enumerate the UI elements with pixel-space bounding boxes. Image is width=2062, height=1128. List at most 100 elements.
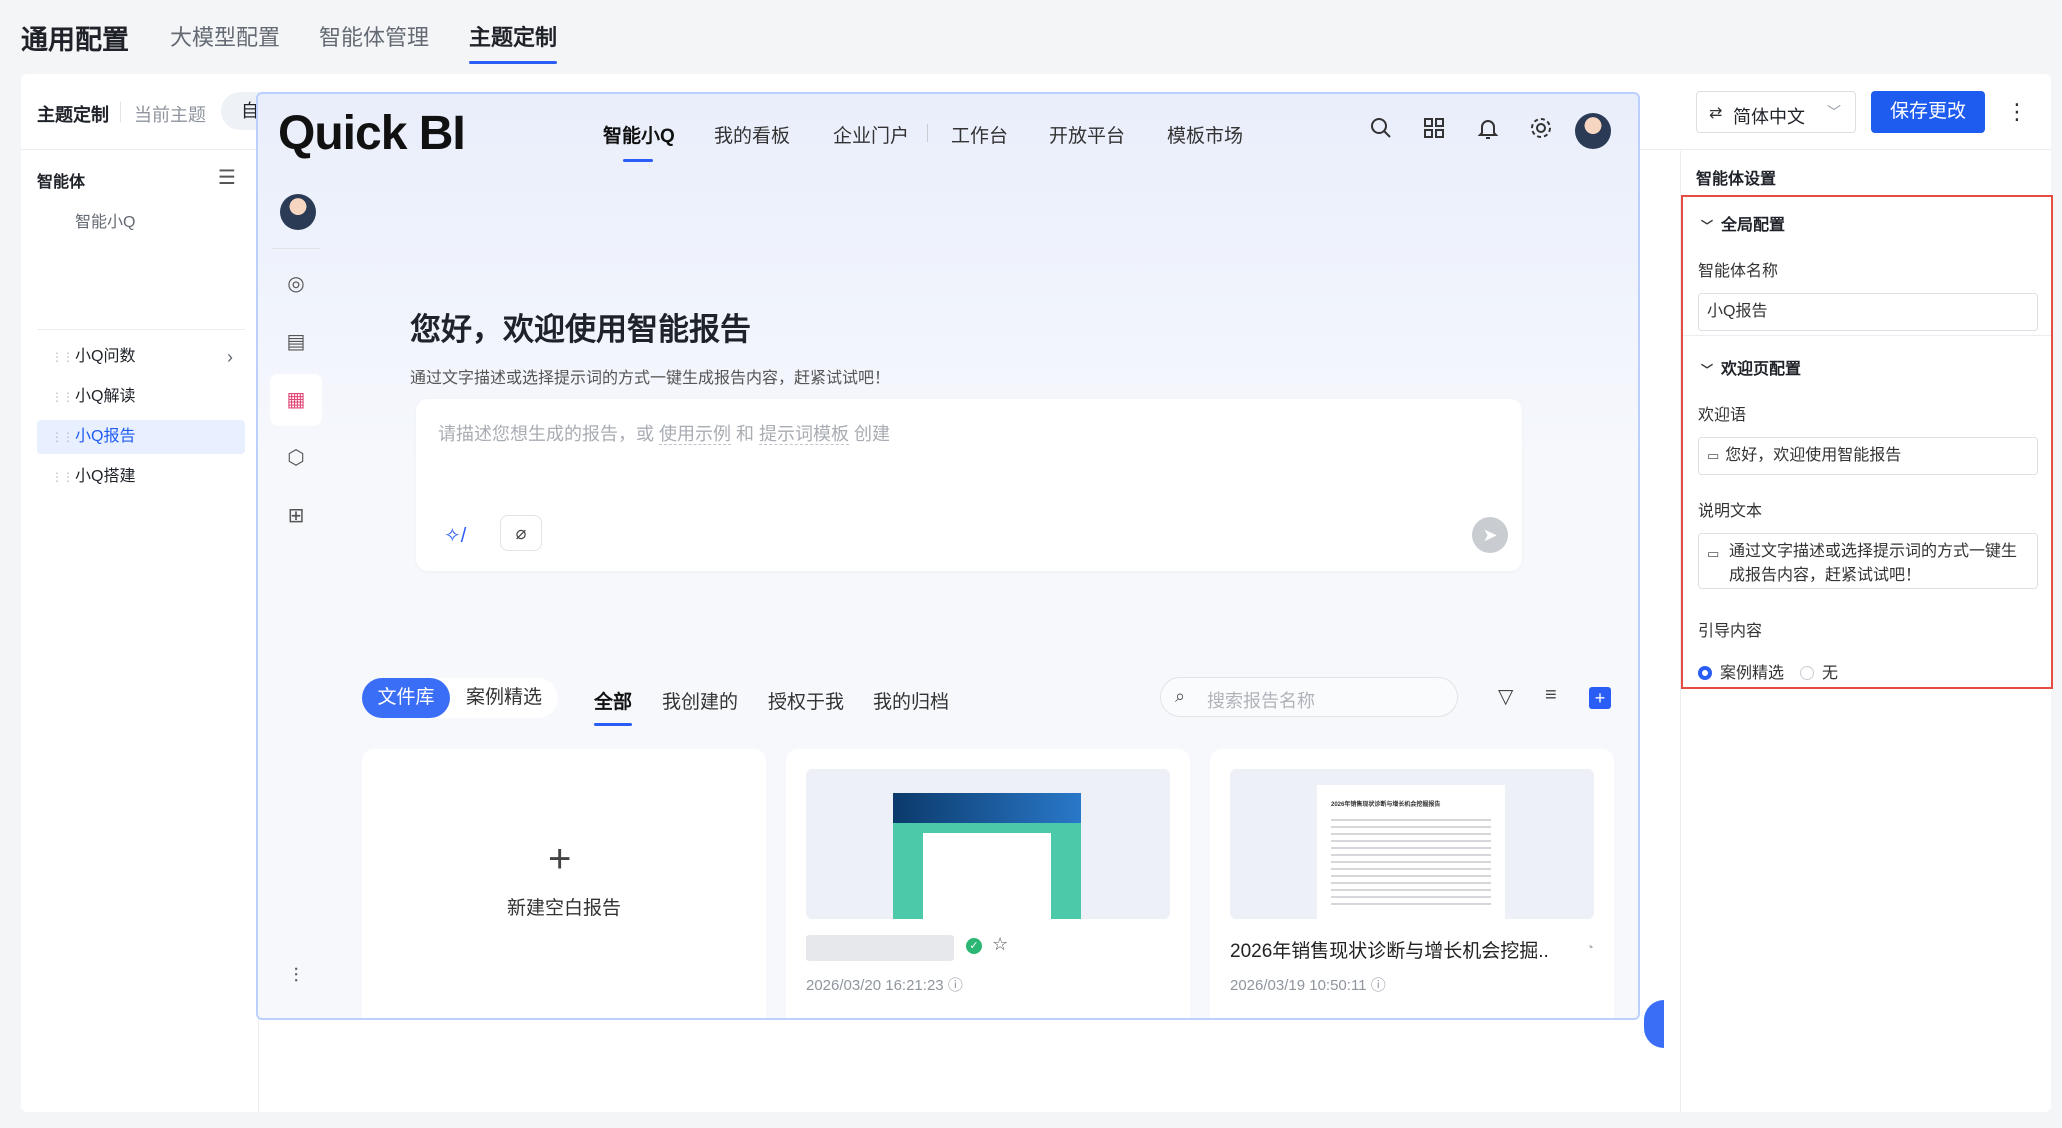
section-title: 全局配置 [1721, 217, 1786, 234]
paperclip-icon[interactable]: ⌀ [500, 515, 542, 551]
drag-handle-icon[interactable]: ⋮⋮ [51, 340, 74, 374]
thumbnail-page [923, 833, 1051, 919]
agent-item-label: 小Q报告 [75, 428, 136, 445]
prompt-template-link[interactable]: 提示词模板 [759, 424, 850, 445]
filter-icon[interactable]: ▽ [1498, 684, 1513, 709]
gear-icon[interactable] [1526, 116, 1556, 146]
language-select[interactable]: ⇄ 简体中文 ﹀ [1696, 91, 1856, 133]
agent-name-input[interactable]: 小Q报告 [1698, 293, 2038, 331]
collapse-menu-icon[interactable]: ☰ [218, 165, 236, 190]
drag-handle-icon[interactable]: ⋮⋮ [51, 420, 74, 454]
section-title: 欢迎页配置 [1721, 361, 1802, 378]
agent-item-report[interactable]: ⋮⋮ 小Q报告 [37, 420, 245, 454]
use-example-link[interactable]: 使用示例 [659, 424, 731, 445]
drag-handle-icon[interactable]: ⋮⋮ [51, 460, 74, 494]
modules-icon[interactable]: ⊞ [270, 490, 322, 542]
filter-tab-shared[interactable]: 授权于我 [768, 687, 844, 714]
top-tab-bar: 通用配置 大模型配置 智能体管理 主题定制 [0, 0, 2062, 74]
report-card[interactable]: ✓ ☆ 2026/03/20 16:21:23 ⓘ [786, 749, 1190, 1018]
new-blank-report-card[interactable]: + 新建空白报告 [362, 749, 766, 1018]
segment-case-picks[interactable]: 案例精选 [466, 678, 542, 718]
thumbnail-text-lines [1331, 819, 1491, 909]
placeholder-text: 创建 [849, 424, 891, 444]
sort-icon[interactable]: ≡ [1545, 684, 1557, 707]
drag-handle-icon[interactable]: ⋮⋮ [51, 380, 74, 414]
more-icon[interactable]: ⋮ [2006, 92, 2028, 132]
new-report-label: 新建空白报告 [506, 898, 621, 919]
nav-template-market[interactable]: 模板市场 [1167, 121, 1243, 148]
report-title-placeholder [806, 935, 954, 961]
prompt-input[interactable]: 请描述您想生成的报告，或 使用示例 和 提示词模板 创建 ✧/ ⌀ ➤ [416, 399, 1522, 571]
check-icon: ✓ [966, 938, 982, 954]
book-icon[interactable]: ▤ [270, 316, 322, 368]
report-date-value: 2026/03/19 10:50:11 [1230, 977, 1367, 994]
bell-icon[interactable] [1473, 116, 1503, 146]
thumbnail-image [893, 793, 1081, 919]
save-button[interactable]: 保存更改 [1871, 91, 1985, 133]
highlight-box: ﹀ 全局配置 智能体名称 小Q报告 ﹀ 欢迎页配置 欢迎语 ▭ 您好，欢迎使用智能报告… [1681, 195, 2053, 689]
report-card[interactable]: 2026年销售现状诊断与增长机会挖掘报告 2026年销售现状诊断与增长机会挖掘.… [1210, 749, 1614, 1018]
filter-tab-archive[interactable]: 我的归档 [873, 687, 949, 714]
welcome-description: 通过文字描述或选择提示词的方式一键生成报告内容，赶紧试试吧！ [410, 370, 891, 387]
agent-item-smart-q[interactable]: 智能小Q [37, 206, 245, 240]
message-icon: ▭ [1707, 546, 1720, 561]
send-icon[interactable]: ➤ [1472, 517, 1508, 553]
tab-agent-management[interactable]: 智能体管理 [319, 20, 429, 52]
apps-grid-icon[interactable] [1419, 116, 1449, 146]
tab-model-config[interactable]: 大模型配置 [170, 20, 280, 52]
info-icon[interactable]: ⓘ [948, 977, 963, 994]
search-placeholder: 搜索报告名称 [1207, 691, 1315, 711]
radio-label: 无 [1822, 665, 1839, 682]
nav-enterprise-portal[interactable]: 企业门户 [833, 121, 909, 148]
nav-open-platform[interactable]: 开放平台 [1049, 121, 1125, 148]
star-icon[interactable]: ☆ [992, 934, 1008, 955]
thumbnail-page: 2026年销售现状诊断与增长机会挖掘报告 [1317, 785, 1505, 919]
report-search-input[interactable]: ⌕ 搜索报告名称 [1160, 677, 1458, 717]
nav-workbench[interactable]: 工作台 [951, 121, 1008, 148]
section-welcome-config[interactable]: ﹀ 欢迎页配置 [1701, 355, 1801, 379]
language-value: 简体中文 [1733, 107, 1805, 127]
agent-item-ask[interactable]: ⋮⋮ 小Q问数 › [37, 340, 245, 374]
report-thumbnail [806, 769, 1170, 919]
report-icon[interactable]: ▦ [270, 374, 322, 426]
settings-sliders-icon[interactable]: ⫶ [270, 950, 322, 1002]
quickbi-logo: Quick BI [278, 107, 466, 160]
thumbnail-heading: 2026年销售现状诊断与增长机会挖掘报告 [1331, 802, 1441, 808]
radio-selected-icon [1698, 666, 1712, 680]
agent-item-label: 小Q解读 [75, 388, 136, 405]
chevron-down-icon: ﹀ [1827, 104, 1841, 120]
section-global-config[interactable]: ﹀ 全局配置 [1701, 211, 1785, 235]
nav-my-dashboard[interactable]: 我的看板 [714, 121, 790, 148]
filter-tab-all[interactable]: 全部 [594, 687, 633, 726]
divider [37, 329, 245, 330]
greeting-input[interactable]: ▭ 您好，欢迎使用智能报告 [1698, 437, 2038, 475]
prompt-placeholder: 请描述您想生成的报告，或 使用示例 和 提示词模板 创建 [438, 420, 890, 446]
agent-item-interpret[interactable]: ⋮⋮ 小Q解读 [37, 380, 245, 414]
filter-tab-mine[interactable]: 我创建的 [662, 687, 738, 714]
segment-file-library[interactable]: 文件库 [362, 678, 450, 718]
description-input[interactable]: ▭ 通过文字描述或选择提示词的方式一键生成报告内容，赶紧试试吧！ [1698, 533, 2038, 589]
library-segment: 文件库 案例精选 [362, 678, 558, 718]
report-title: 2026年销售现状诊断与增长机会挖掘... [1230, 941, 1550, 962]
placeholder-text: 和 [731, 424, 760, 444]
tab-general-config[interactable]: 通用配置 [21, 18, 129, 57]
divider [1683, 335, 2051, 336]
agent-avatar [280, 194, 316, 230]
current-theme-tab[interactable]: 当前主题 [134, 101, 206, 127]
chevron-down-icon: ﹀ [1701, 219, 1714, 233]
report-date: 2026/03/19 10:50:11 ⓘ [1230, 974, 1386, 995]
welcome-title: 您好，欢迎使用智能报告 [410, 312, 751, 347]
add-report-icon[interactable]: + [1589, 687, 1611, 709]
radio-case-picks[interactable]: 案例精选 [1698, 659, 1784, 683]
search-icon[interactable] [1366, 116, 1396, 146]
agent-list-panel: 智能体 ☰ 智能小Q ⋮⋮ 小Q问数 › ⋮⋮ 小Q解读 ⋮⋮ 小Q报告 ⋮⋮ … [21, 151, 259, 1112]
info-icon[interactable]: ⓘ [1371, 977, 1386, 994]
nav-smart-q[interactable]: 智能小Q [603, 121, 675, 162]
agent-item-build[interactable]: ⋮⋮ 小Q搭建 [37, 460, 245, 494]
tab-theme-custom[interactable]: 主题定制 [469, 20, 558, 64]
analysis-icon[interactable]: ⬡ [270, 432, 322, 484]
user-avatar[interactable] [1575, 113, 1611, 149]
radio-none[interactable]: 无 [1800, 659, 1838, 683]
chat-icon[interactable]: ◎ [270, 258, 322, 310]
magic-wand-icon[interactable]: ✧/ [444, 523, 466, 548]
